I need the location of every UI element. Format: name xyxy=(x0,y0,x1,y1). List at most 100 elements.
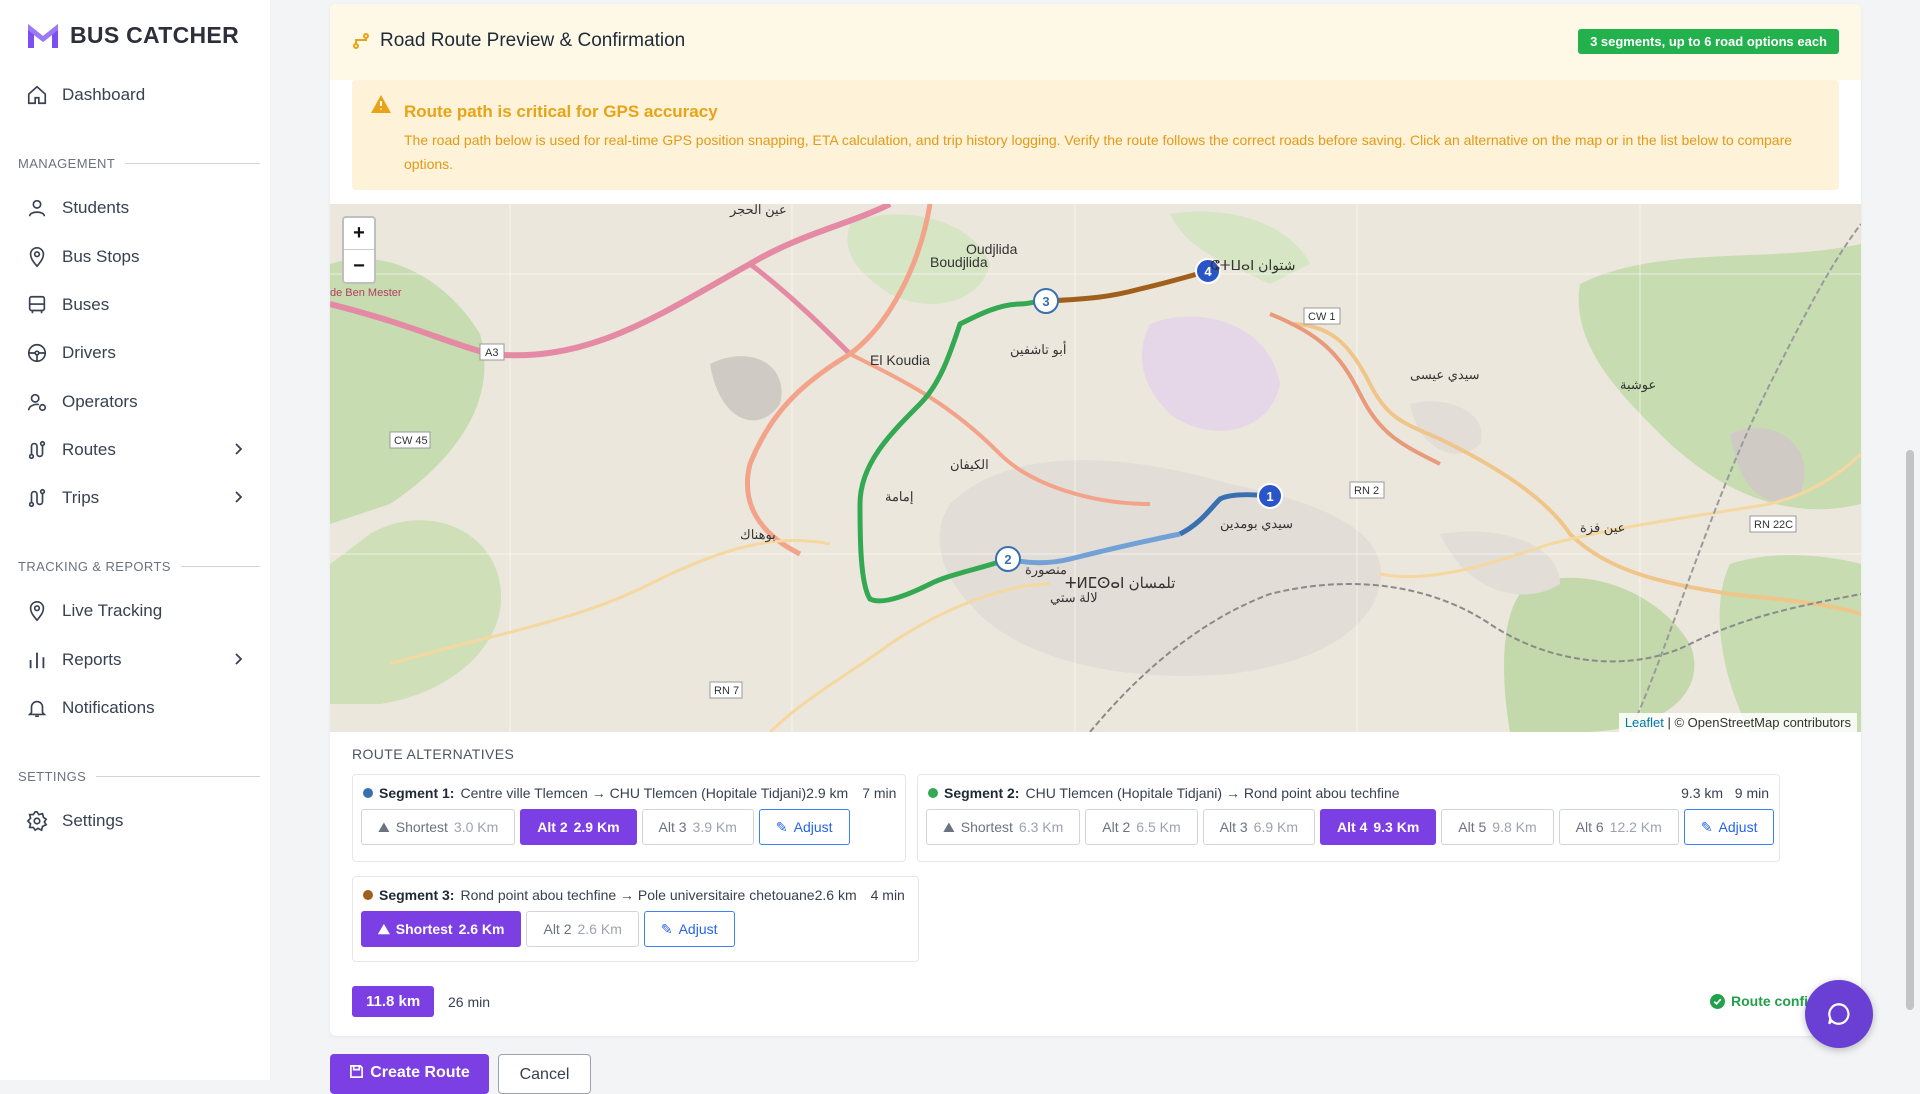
zoom-in-button[interactable]: + xyxy=(344,218,374,250)
sidebar-item-label: Live Tracking xyxy=(62,601,163,620)
svg-text:A3: A3 xyxy=(485,347,498,359)
option-alt-2[interactable]: Alt 2 6.5 Km xyxy=(1085,809,1198,845)
adjust-label: Adjust xyxy=(678,921,718,937)
label-ain-fezza: عين فزة xyxy=(1580,520,1625,536)
leaflet-link[interactable]: Leaflet xyxy=(1625,715,1664,730)
option-alt-3[interactable]: Alt 3 3.9 Km xyxy=(641,809,754,845)
label-chetouane: ⵛⵜⵡⴰⵏ شتوان xyxy=(1210,257,1295,274)
adjust-button[interactable]: ✎ Adjust xyxy=(1683,809,1775,845)
option-shortest[interactable]: ⛰ Shortest 2.6 Km xyxy=(361,911,522,947)
user-icon xyxy=(28,199,46,217)
sidebar-item-label: Dashboard xyxy=(62,85,146,104)
page-scrollbar[interactable] xyxy=(1906,450,1914,1010)
pencil-icon: ✎ xyxy=(1700,818,1713,835)
segment-path: Rond point abou techfine → Pole universi… xyxy=(460,887,857,903)
adjust-label: Adjust xyxy=(793,819,833,835)
warning-icon xyxy=(371,95,391,113)
sidebar-item-label: Notifications xyxy=(62,698,155,717)
segment-time: 7 min xyxy=(862,785,897,801)
sidebar-item-notifications[interactable]: Notifications xyxy=(26,691,246,725)
home-icon xyxy=(27,85,47,105)
sidebar-item-label: Buses xyxy=(62,295,110,314)
sidebar-item-dashboard[interactable]: Dashboard xyxy=(26,78,246,112)
map-tiles[interactable]: 1 2 3 4 Boudjlida Oudjlida El Koudia ⵜⵍⵎ… xyxy=(330,204,1861,732)
route-preview-card: Road Route Preview & Confirmation 3 segm… xyxy=(330,4,1861,1036)
label-mansourah: منصورة xyxy=(1025,562,1067,578)
option-km: 6.3 Km xyxy=(1018,819,1064,835)
sidebar-item-drivers[interactable]: Drivers xyxy=(26,336,246,370)
location-pin-icon xyxy=(29,601,45,622)
option-alt-2[interactable]: Alt 2 2.9 Km xyxy=(520,809,637,845)
cancel-button[interactable]: Cancel xyxy=(498,1054,591,1094)
svg-text:3: 3 xyxy=(1042,294,1049,309)
option-alt-5[interactable]: Alt 5 9.8 Km xyxy=(1441,809,1554,845)
label-lalla-setti: لالة ستي xyxy=(1050,590,1098,605)
label-ain-hadjar: عين الحجر xyxy=(729,204,787,218)
sidebar-item-label: Routes xyxy=(62,440,116,459)
sidebar-item-operators[interactable]: Operators xyxy=(26,385,246,419)
brand[interactable]: BUS CATCHER xyxy=(26,20,239,50)
option-alt-3[interactable]: Alt 3 6.9 Km xyxy=(1202,809,1316,845)
save-icon xyxy=(350,1065,364,1078)
warning-text: The road path below is used for real-tim… xyxy=(404,132,1793,172)
option-km: 3.9 Km xyxy=(692,819,737,835)
sidebar-item-buses[interactable]: Buses xyxy=(26,288,246,322)
segment-path: CHU Tlemcen (Hopitale Tidjani) → Rond po… xyxy=(1025,785,1400,801)
section-label: TRACKING & REPORTS xyxy=(18,559,171,574)
label-abou-tachfine: أبو تاشفين xyxy=(1010,341,1066,358)
route-confirmed-status: Route confir xyxy=(1710,993,1813,1009)
option-alt-6[interactable]: Alt 6 12.2 Km xyxy=(1558,809,1679,845)
segment-card-1: Segment 1: Centre ville Tlemcen → CHU Tl… xyxy=(352,774,906,862)
app-name: BUS CATCHER xyxy=(70,21,239,48)
osm-attribution[interactable]: | © OpenStreetMap contributors xyxy=(1668,715,1852,730)
chat-bubble-icon xyxy=(1828,1003,1850,1025)
option-name: Alt 2 xyxy=(1102,819,1131,835)
segment-options: ⛰ Shortest 6.3 Km Alt 2 6.5 Km Alt 3 6.9 Km … xyxy=(926,809,1775,845)
sidebar-item-settings[interactable]: Settings xyxy=(26,804,246,838)
route-icon xyxy=(28,440,46,460)
route-alternatives-label: ROUTE ALTERNATIVES xyxy=(352,746,515,762)
adjust-button[interactable]: ✎ Adjust xyxy=(758,809,850,845)
segment-card-3: Segment 3: Rond point abou techfine → Po… xyxy=(352,876,919,962)
sidebar-item-students[interactable]: Students xyxy=(26,191,246,225)
sidebar-item-routes[interactable]: Routes xyxy=(26,433,246,467)
stop-marker-1[interactable]: 1 xyxy=(1257,483,1283,509)
chat-button[interactable] xyxy=(1805,980,1873,1048)
warning-title: Route path is critical for GPS accuracy xyxy=(404,102,718,121)
svg-text:CW 1: CW 1 xyxy=(1308,311,1336,323)
sidebar-item-bus-stops[interactable]: Bus Stops xyxy=(26,240,246,274)
sidebar-item-reports[interactable]: Reports xyxy=(26,643,246,677)
option-alt-2[interactable]: Alt 2 2.6 Km xyxy=(526,911,639,947)
option-shortest[interactable]: ⛰ Shortest 6.3 Km xyxy=(926,809,1081,845)
chevron-right-icon xyxy=(235,491,243,503)
sidebar-item-trips[interactable]: Trips xyxy=(26,481,246,515)
option-km: 6.9 Km xyxy=(1253,819,1299,835)
section-management: MANAGEMENT xyxy=(18,156,260,171)
gear-icon xyxy=(26,811,48,832)
svg-text:RN 7: RN 7 xyxy=(714,685,739,697)
stop-marker-2[interactable]: 2 xyxy=(995,546,1021,572)
bus-icon xyxy=(28,295,46,314)
stop-marker-3[interactable]: 3 xyxy=(1033,288,1059,314)
user-cog-icon xyxy=(27,393,47,412)
sidebar-item-live-tracking[interactable]: Live Tracking xyxy=(26,594,246,628)
sidebar: BUS CATCHER Dashboard MANAGEMENT Student… xyxy=(0,0,270,1080)
svg-text:2: 2 xyxy=(1004,552,1011,567)
sidebar-item-label: Trips xyxy=(62,488,100,507)
option-shortest[interactable]: ⛰ Shortest 3.0 Km xyxy=(361,809,516,845)
option-km: 2.6 Km xyxy=(458,921,505,937)
route-map[interactable]: 1 2 3 4 Boudjlida Oudjlida El Koudia ⵜⵍⵎ… xyxy=(330,204,1861,732)
label-ouchba: عوشبة xyxy=(1620,377,1656,393)
create-route-button[interactable]: Create Route xyxy=(330,1054,489,1094)
label-el-kifane: الكيفان xyxy=(950,457,989,472)
adjust-button[interactable]: ✎ Adjust xyxy=(643,911,735,947)
segment-label: Segment 3: xyxy=(379,887,455,903)
option-alt-4[interactable]: Alt 4 9.3 Km xyxy=(1320,809,1437,845)
option-name: Shortest xyxy=(395,921,453,937)
segments-badge: 3 segments, up to 6 road options each xyxy=(1578,29,1839,54)
segment-color-dot xyxy=(363,890,373,900)
zoom-out-button[interactable]: − xyxy=(344,250,374,282)
segment-color-dot xyxy=(928,788,938,798)
svg-text:RN 22C: RN 22C xyxy=(1754,519,1793,531)
route-icon xyxy=(353,33,369,49)
